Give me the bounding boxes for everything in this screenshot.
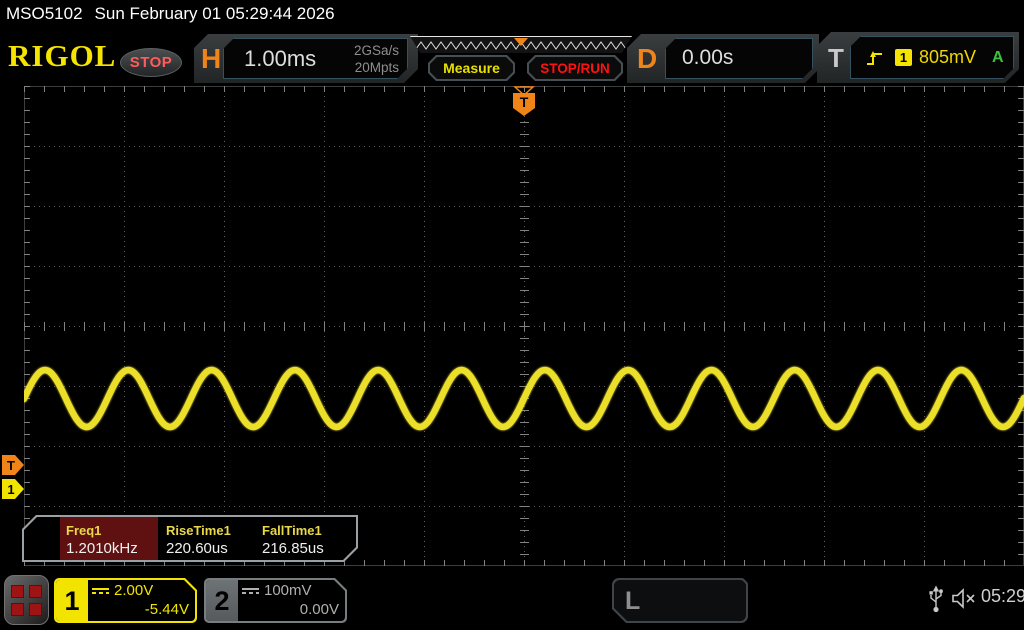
- titlebar: MSO5102 Sun February 01 05:29:44 2026: [6, 4, 335, 24]
- channel2-offset: 0.00V: [299, 601, 339, 618]
- rising-edge-icon: [865, 48, 885, 68]
- menu-grid-icon: [11, 585, 24, 598]
- trigger-level-marker-label: T: [7, 458, 15, 473]
- channel2-scale: 100mV: [264, 582, 312, 599]
- logic-analyzer-button[interactable]: L 0 1 2 3 4 5 6 7 8 9 10 11 12 13 14 15: [612, 578, 748, 623]
- stop-run-button-label: STOP/RUN: [529, 57, 621, 79]
- channel2-button[interactable]: 2 100mV 0.00V: [204, 578, 347, 623]
- bottombar: 1 2.00V -5.44V 2 100mV 0.00V L 0 1 2 3 4…: [0, 570, 1024, 630]
- digital-channel-list: 0 1 2 3 4 5 6 7 8 9 10 11 12 13 14 15: [652, 585, 764, 630]
- stop-run-button[interactable]: STOP/RUN: [527, 55, 623, 81]
- channel1-scale: 2.00V: [114, 582, 154, 599]
- trigger-source-badge: 1: [895, 49, 912, 66]
- trigger-label: T: [828, 43, 844, 73]
- menu-button[interactable]: [4, 575, 49, 625]
- delay-box[interactable]: 0.00s: [665, 38, 813, 79]
- delay-settings[interactable]: D 0.00s: [627, 34, 819, 83]
- trigger-level-value: 805mV: [919, 47, 977, 67]
- measurement-value: 1.2010kHz: [66, 540, 138, 557]
- timebase-box[interactable]: 1.00ms 2GSa/s 20Mpts: [223, 38, 408, 79]
- dc-coupling-icon: [92, 588, 109, 594]
- memory-cursor-icon[interactable]: [514, 38, 528, 46]
- memory-depth: 20Mpts: [354, 60, 399, 75]
- digital-row1: 0 1 2 3 4 5 6 7: [652, 619, 734, 630]
- trigger-level-marker[interactable]: T: [2, 455, 24, 475]
- measure-button-label: Measure: [430, 57, 513, 79]
- rigol-logo: RIGOL: [8, 38, 117, 73]
- timebase-value: 1.00ms: [244, 46, 317, 71]
- sample-rate: 2GSa/s: [353, 43, 399, 58]
- model-name: MSO5102: [6, 4, 83, 23]
- delay-value: 0.00s: [682, 46, 734, 69]
- speaker-muted-icon[interactable]: [950, 587, 978, 611]
- measurement-label: Freq1: [66, 523, 102, 538]
- trigger-box[interactable]: 1 805mV A: [850, 36, 1014, 79]
- measurement-value: 220.60us: [166, 540, 228, 557]
- horizontal-label: H: [201, 43, 222, 74]
- horizontal-settings[interactable]: H 1.00ms 2GSa/s 20Mpts: [194, 34, 418, 83]
- acquisition-info: 2GSa/s 20Mpts: [354, 42, 399, 76]
- trigger-position-marker[interactable]: T: [510, 86, 538, 119]
- measurement-value: 216.85us: [262, 540, 324, 557]
- memory-position-bar[interactable]: [410, 36, 632, 53]
- status-clock: 05:29: [981, 586, 1024, 606]
- measurement-popup[interactable]: Freq1 1.2010kHz RiseTime1 220.60us FallT…: [22, 515, 358, 562]
- channel1-offset-marker-label: 1: [7, 482, 14, 497]
- dc-coupling-icon: [242, 588, 259, 594]
- trigger-settings[interactable]: T 1 805mV A: [817, 32, 1019, 83]
- trigger-position-label: T: [520, 94, 529, 110]
- channel1-number: 1: [56, 580, 88, 621]
- usb-icon: [929, 585, 943, 613]
- logic-analyzer-label: L: [625, 587, 641, 615]
- run-state-badge: STOP: [120, 48, 182, 77]
- measurement-label: RiseTime1: [166, 523, 231, 538]
- measure-button[interactable]: Measure: [428, 55, 515, 81]
- trigger-mode: A: [992, 48, 1004, 66]
- waveform-display: T: [24, 86, 1024, 566]
- channel1-waveform: [24, 366, 1024, 431]
- datetime: Sun February 01 05:29:44 2026: [94, 4, 335, 23]
- header: RIGOL STOP H 1.00ms 2GSa/s 20Mpts Measur…: [0, 28, 1024, 86]
- channel1-offset-marker[interactable]: 1: [2, 479, 24, 499]
- channel2-number: 2: [206, 580, 238, 621]
- delay-label: D: [637, 43, 658, 74]
- measurement-label: FallTime1: [262, 523, 322, 538]
- channel1-offset: -5.44V: [144, 601, 189, 618]
- channel1-button[interactable]: 1 2.00V -5.44V: [54, 578, 197, 623]
